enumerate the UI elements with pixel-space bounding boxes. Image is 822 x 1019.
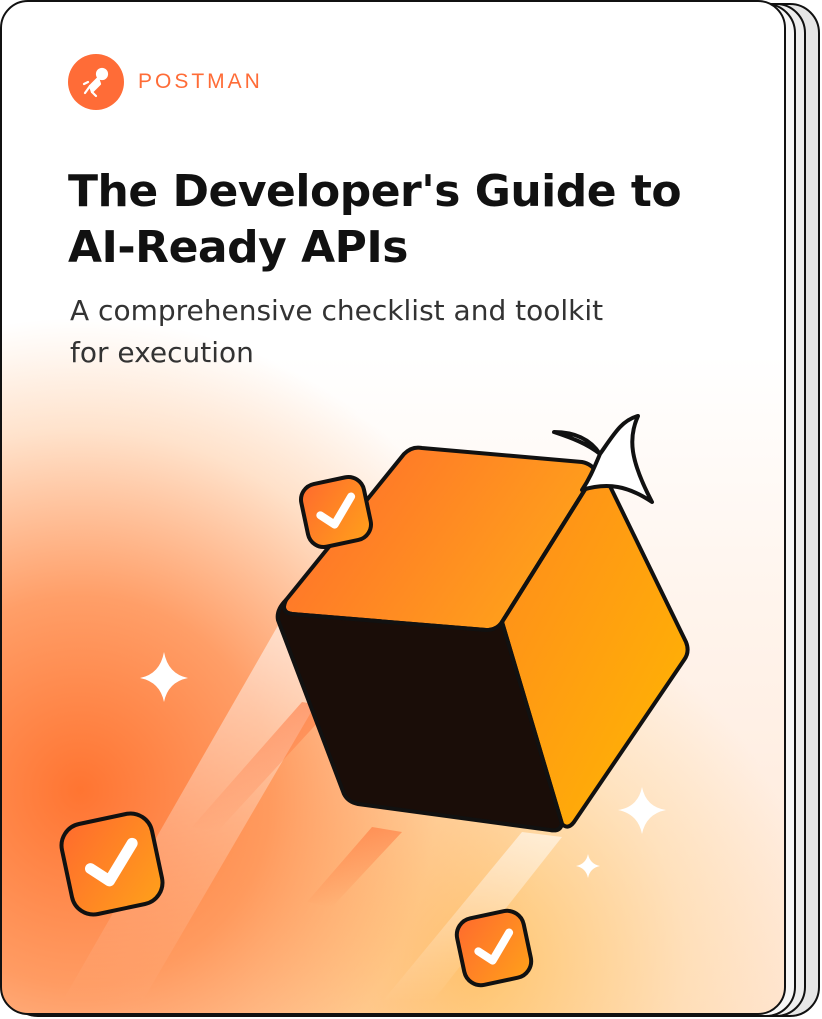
checkmark-icon	[454, 908, 534, 988]
checkmark-icon	[59, 811, 165, 917]
checkmark-icon	[299, 475, 373, 549]
sparkle-icon	[140, 652, 188, 702]
sparkle-icon	[618, 787, 666, 834]
ebook-cover: POSTMAN The Developer's Guide to AI-Read…	[0, 0, 786, 1015]
cover-illustration	[59, 414, 690, 1002]
sparkle-icon	[576, 854, 600, 878]
